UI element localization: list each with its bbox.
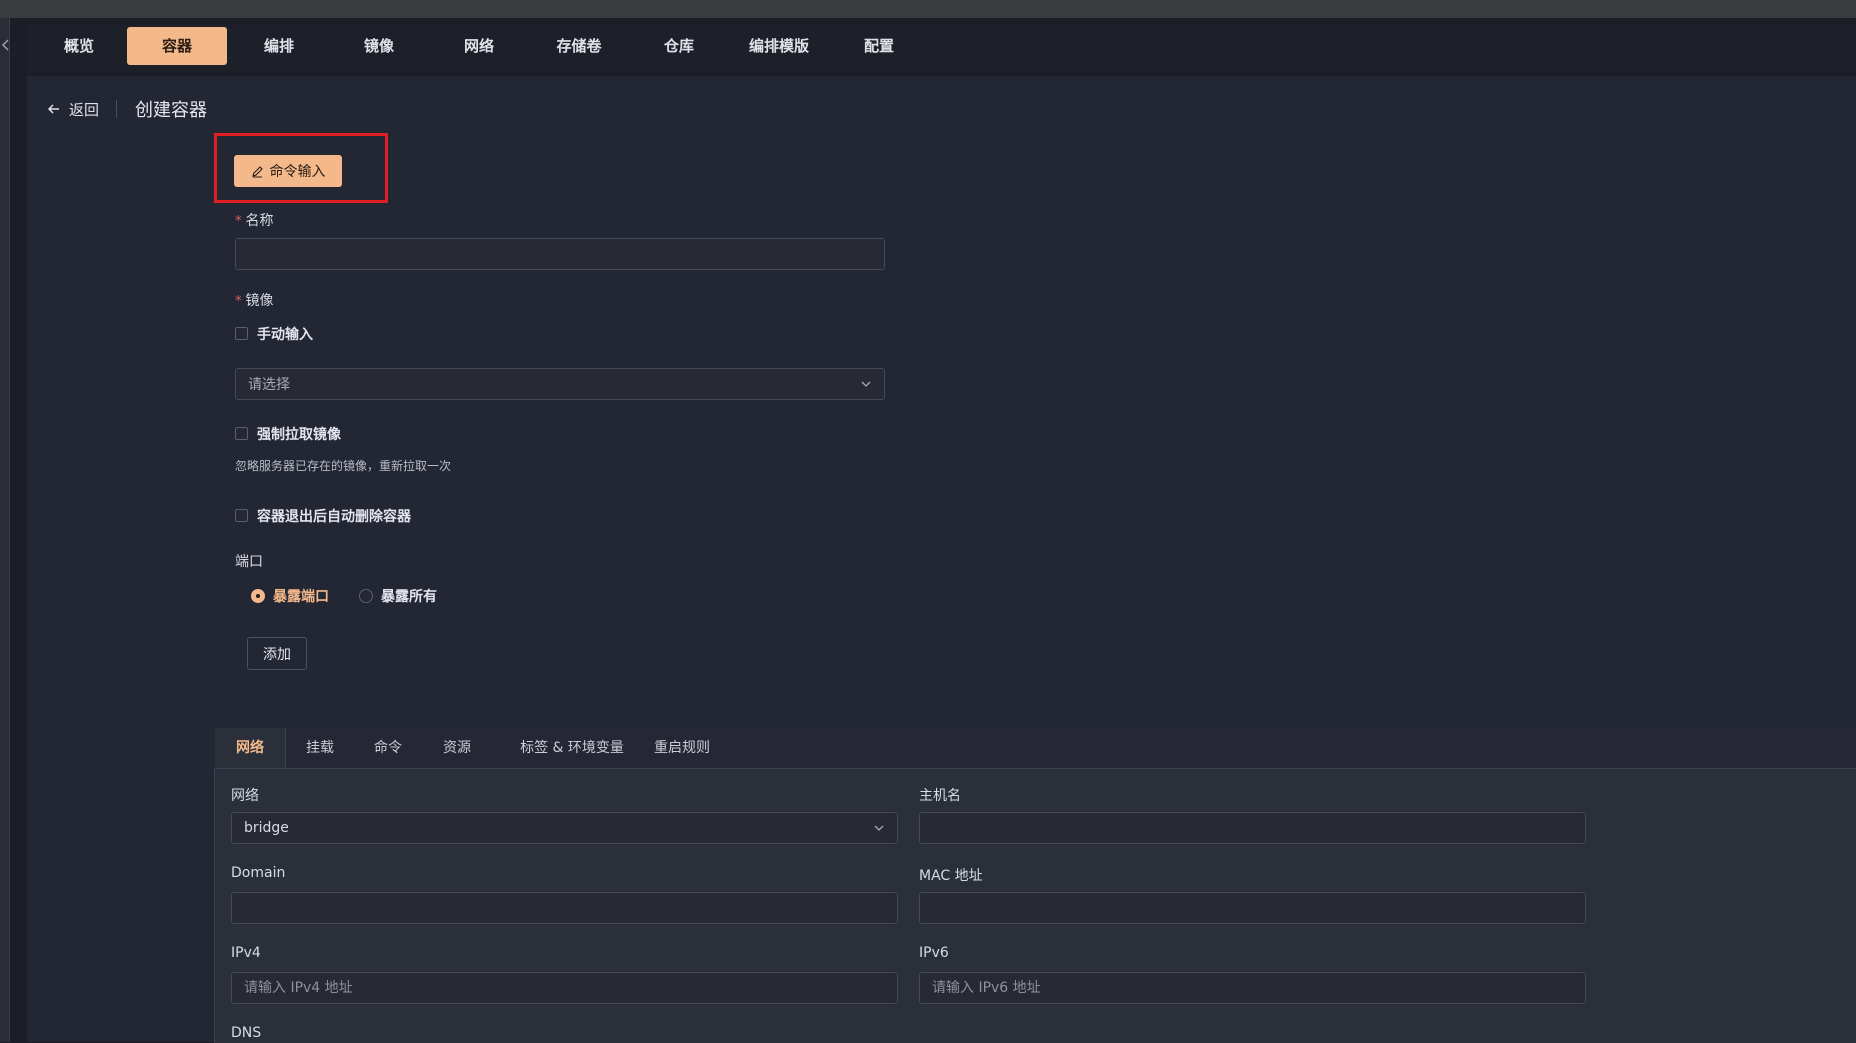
- left-sidebar-rail: [0, 18, 10, 1042]
- ipv4-input[interactable]: [231, 972, 898, 1004]
- ipv6-label: IPv6: [919, 945, 949, 961]
- name-input[interactable]: [235, 238, 885, 270]
- ipv6-input[interactable]: [919, 972, 1586, 1004]
- chevron-down-icon: [861, 381, 871, 387]
- force-pull-label: 强制拉取镜像: [257, 427, 341, 443]
- sidebar-collapse-icon[interactable]: [0, 34, 12, 56]
- nav-networks[interactable]: 网络: [449, 27, 509, 65]
- image-label: 镜像: [235, 290, 274, 310]
- nav-volumes[interactable]: 存储卷: [542, 27, 616, 65]
- expose-all-radio[interactable]: [359, 589, 373, 603]
- network-select-value: bridge: [244, 820, 289, 836]
- domain-input[interactable]: [231, 892, 898, 924]
- edit-icon: [251, 165, 263, 178]
- expose-all-label: 暴露所有: [381, 589, 437, 605]
- arrow-left-icon: [47, 104, 59, 114]
- auto-remove-checkbox[interactable]: [235, 509, 248, 522]
- header-divider: [116, 100, 117, 118]
- hostname-label: 主机名: [919, 788, 961, 804]
- mac-label: MAC 地址: [919, 868, 983, 884]
- port-label: 端口: [235, 554, 263, 570]
- command-input-label: 命令输入: [269, 164, 326, 180]
- nav-registry[interactable]: 仓库: [649, 27, 709, 65]
- tab-command[interactable]: 命令: [358, 728, 418, 768]
- image-select-placeholder: 请选择: [248, 377, 290, 393]
- top-nav: 概览 容器 编排 镜像 网络 存储卷 仓库 编排模版 配置: [27, 25, 1856, 71]
- domain-label: Domain: [231, 865, 286, 881]
- chevron-down-icon: [874, 825, 884, 831]
- network-select[interactable]: bridge: [231, 812, 898, 844]
- manual-input-checkbox[interactable]: [235, 327, 248, 340]
- ipv4-label: IPv4: [231, 945, 261, 961]
- nav-compose[interactable]: 编排: [249, 27, 309, 65]
- name-label: 名称: [235, 210, 274, 230]
- tab-mounts[interactable]: 挂载: [290, 728, 350, 768]
- hostname-input[interactable]: [919, 812, 1586, 844]
- dns-label: DNS: [231, 1025, 262, 1041]
- nav-compose-templates[interactable]: 编排模版: [739, 27, 819, 65]
- image-select[interactable]: 请选择: [235, 368, 885, 400]
- browser-bookmarks-bar: [0, 0, 1856, 18]
- page-title: 创建容器: [135, 100, 207, 121]
- nav-overview[interactable]: 概览: [49, 27, 109, 65]
- tab-labels-env[interactable]: 标签 & 环境变量: [505, 728, 639, 768]
- expose-port-radio[interactable]: [251, 589, 265, 603]
- nav-containers[interactable]: 容器: [127, 27, 227, 65]
- add-port-button[interactable]: 添加: [247, 637, 307, 670]
- auto-remove-label: 容器退出后自动删除容器: [257, 509, 411, 525]
- nav-images[interactable]: 镜像: [349, 27, 409, 65]
- nav-config[interactable]: 配置: [849, 27, 909, 65]
- expose-port-label: 暴露端口: [273, 589, 329, 605]
- mac-input[interactable]: [919, 892, 1586, 924]
- tab-restart-policy[interactable]: 重启规则: [647, 728, 717, 768]
- back-label: 返回: [69, 100, 100, 119]
- force-pull-hint: 忽略服务器已存在的镜像，重新拉取一次: [235, 459, 452, 473]
- tab-network[interactable]: 网络: [215, 728, 286, 768]
- network-label: 网络: [231, 788, 259, 804]
- manual-input-label: 手动输入: [257, 327, 313, 343]
- command-input-button[interactable]: 命令输入: [234, 155, 342, 187]
- back-button[interactable]: 返回: [47, 98, 99, 120]
- tab-resources[interactable]: 资源: [427, 728, 487, 768]
- force-pull-checkbox[interactable]: [235, 427, 248, 440]
